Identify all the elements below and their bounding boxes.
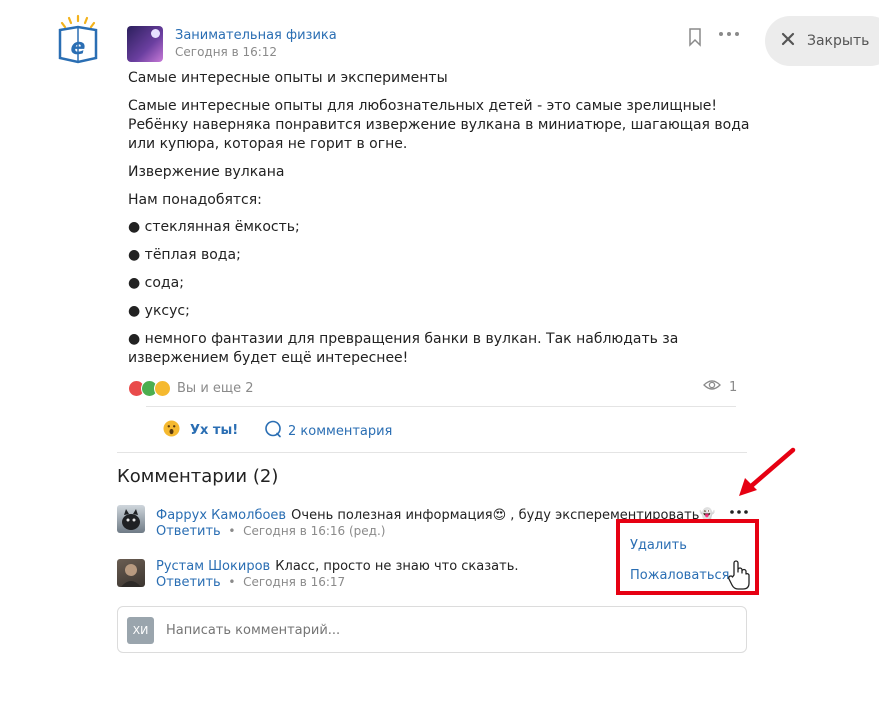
wow-reaction-button[interactable]: Ух ты! (163, 420, 238, 441)
comments-count-label: 2 комментария (288, 423, 393, 439)
user-avatar: ХИ (127, 617, 154, 644)
comment-timestamp: Сегодня в 16:17 (243, 575, 346, 589)
comment-author-link[interactable]: Рустам Шокиров (156, 559, 270, 574)
comment-body: Рустам Шокиров Класс, просто не знаю что… (156, 555, 519, 574)
wow-emoji-icon (163, 420, 180, 441)
post-list-item: ● стеклянная ёмкость; (128, 219, 300, 235)
comment-bubble-icon (264, 420, 282, 442)
post-need-label: Нам понадобятся: (128, 192, 262, 208)
svg-text:e: e (71, 35, 86, 60)
divider (146, 406, 736, 407)
post-list-item: ● уксус; (128, 303, 190, 319)
comments-heading: Комментарии (2) (117, 466, 279, 487)
post-more-icon[interactable] (718, 26, 740, 42)
meta-separator: • (224, 524, 240, 538)
reactions-summary[interactable]: Вы и еще 2 (128, 378, 254, 398)
close-label: Закрыть (807, 33, 870, 49)
group-name-link[interactable]: Занимательная физика (175, 28, 337, 43)
delete-menu-item[interactable]: Удалить (630, 538, 687, 553)
wow-label: Ух ты! (190, 423, 239, 438)
post-paragraph-line: Ребёнку наверняка понравится извержение … (128, 117, 750, 133)
views-count: 1 (729, 379, 738, 395)
post-list-item: ● тёплая вода; (128, 247, 241, 263)
comments-button[interactable]: 2 комментария (264, 420, 392, 442)
close-icon (781, 32, 795, 50)
bookmark-icon[interactable] (686, 27, 704, 47)
report-menu-item[interactable]: Пожаловаться (630, 568, 730, 583)
reactions-text: Вы и еще 2 (177, 380, 254, 396)
avatar[interactable] (117, 505, 145, 533)
wow-reaction-icon (154, 379, 171, 397)
hand-cursor-icon (728, 559, 750, 595)
site-logo[interactable]: e (55, 14, 101, 64)
eye-icon (703, 379, 721, 395)
comment-input[interactable] (164, 622, 668, 639)
annotation-arrow-icon (735, 446, 797, 504)
post-timestamp: Сегодня в 16:12 (175, 45, 278, 59)
reply-link[interactable]: Ответить (156, 524, 221, 539)
post-list-item: извержением будет ещё интереснее! (128, 350, 409, 366)
group-avatar[interactable] (127, 26, 163, 62)
post-list-item: ● немного фантазии для превращения банки… (128, 331, 679, 347)
post-title: Самые интересные опыты и эксперименты (128, 70, 448, 86)
meta-separator: • (224, 575, 240, 589)
post-list-item: ● сода; (128, 275, 184, 291)
post-paragraph-line: Самые интересные опыты для любознательны… (128, 98, 718, 114)
comment-timestamp: Сегодня в 16:16 (ред.) (243, 524, 386, 538)
views-counter: 1 (703, 379, 737, 395)
post-subtitle: Извержение вулкана (128, 164, 285, 180)
comment-author-link[interactable]: Фаррух Камолбоев (156, 508, 286, 523)
comment-text: Класс, просто не знаю что сказать. (275, 559, 519, 574)
comment-composer[interactable]: ХИ (117, 606, 747, 653)
reply-link[interactable]: Ответить (156, 575, 221, 590)
comment-meta: Ответить • Сегодня в 16:17 (156, 575, 345, 590)
close-button[interactable]: Закрыть (765, 16, 879, 66)
comment-context-menu: Удалить Пожаловаться (616, 519, 759, 595)
divider (117, 452, 747, 453)
comment-meta: Ответить • Сегодня в 16:16 (ред.) (156, 524, 385, 539)
post-paragraph-line: или купюра, которая не горит в огне. (128, 136, 408, 152)
avatar[interactable] (117, 559, 145, 587)
